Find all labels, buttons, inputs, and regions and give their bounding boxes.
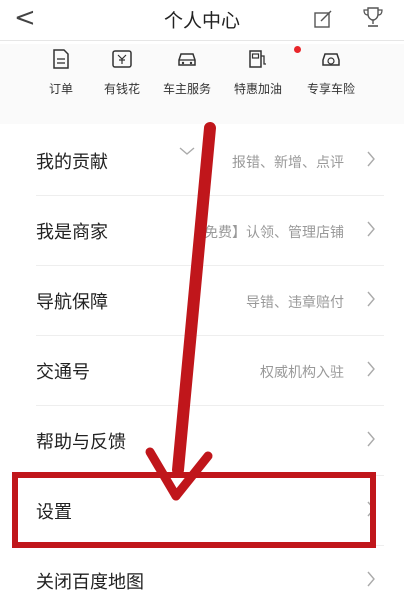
service-label: 车主服务 [162, 82, 211, 96]
menu-item-label: 导航保障 [36, 292, 108, 313]
menu-item-help-feedback[interactable]: 帮助与反馈 [0, 406, 404, 476]
service-label: 特惠加油 [233, 82, 282, 96]
service-fuel[interactable]: 特惠加油 [223, 46, 301, 97]
service-car-owner[interactable]: 车主服务 [152, 48, 222, 97]
menu-item-traffic-account[interactable]: 交通号 权威机构入驻 [0, 336, 404, 406]
service-wallet[interactable]: 有钱花 [87, 48, 157, 97]
fuel-icon [249, 50, 266, 68]
menu-item-label: 帮助与反馈 [36, 432, 126, 453]
menu-item-close-app[interactable]: 关闭百度地图 [0, 546, 404, 616]
wallet-icon [112, 50, 132, 68]
menu-item-navigation-guarantee[interactable]: 导航保障 导错、违章赔付 [0, 266, 404, 336]
chevron-right-icon [367, 291, 375, 307]
chevron-right-icon [367, 571, 375, 587]
edit-icon[interactable] [314, 10, 332, 28]
service-order[interactable]: 订单 [26, 48, 96, 97]
menu-item-label: 交通号 [36, 362, 90, 383]
chevron-right-icon [367, 221, 375, 237]
menu-item-description: 权威机构入驻 [260, 365, 344, 381]
chevron-right-icon [367, 431, 375, 447]
trophy-icon[interactable] [362, 6, 384, 28]
order-icon [53, 49, 69, 69]
menu-item-description: 【免费】认领、管理店铺 [190, 225, 344, 241]
car-insurance-icon [322, 53, 340, 66]
menu-item-label: 设置 [36, 502, 72, 523]
service-label: 有钱花 [103, 82, 140, 96]
service-label: 专享车险 [306, 82, 355, 96]
chevron-right-icon [367, 501, 375, 517]
menu-item-merchant[interactable]: 我是商家 【免费】认领、管理店铺 [0, 196, 404, 266]
top-bar: < 个人中心 [0, 0, 404, 41]
car-icon [178, 53, 196, 66]
menu-item-description: 报错、新增、点评 [232, 155, 344, 171]
service-car-insurance[interactable]: 专享车险 [296, 48, 366, 97]
service-label: 订单 [48, 82, 73, 96]
menu-item-label: 我的贡献 [36, 152, 108, 173]
chevron-right-icon [367, 151, 375, 167]
page-title: 个人中心 [163, 10, 240, 32]
chevron-right-icon [367, 361, 375, 377]
menu-item-label: 关闭百度地图 [36, 572, 144, 593]
menu-item-contribution[interactable]: 我的贡献 报错、新增、点评 [0, 126, 404, 196]
service-shortcuts: 订单 有钱花 车主服务 特惠加油 专享车险 [0, 44, 404, 155]
menu-item-settings[interactable]: 设置 [0, 476, 404, 546]
menu-item-label: 我是商家 [36, 222, 108, 243]
menu-item-description: 导错、违章赔付 [246, 295, 344, 311]
